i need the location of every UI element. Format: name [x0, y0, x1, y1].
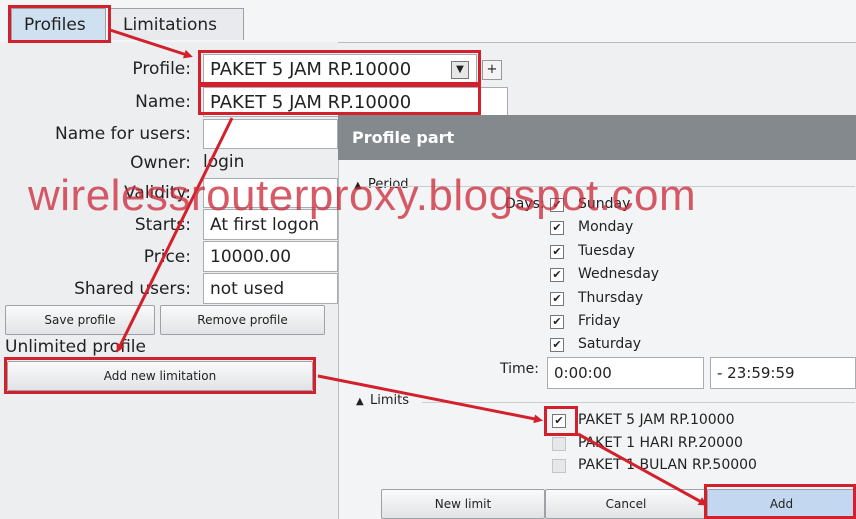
arrow-to-add-limitation — [116, 117, 234, 353]
arrow-to-profile-select — [109, 28, 193, 59]
annotation-arrows — [109, 28, 708, 506]
arrow-to-add-button — [577, 432, 708, 506]
watermark: wirelessrouterproxy.blogspot.com — [28, 171, 697, 220]
arrow-to-limit-checkbox — [317, 374, 543, 424]
